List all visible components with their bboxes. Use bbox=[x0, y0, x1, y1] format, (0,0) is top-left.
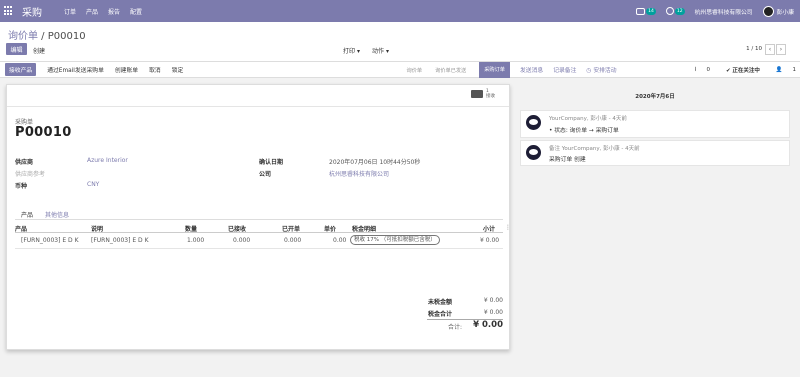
vendor-label: 供应商 bbox=[15, 159, 34, 166]
line-tax-tag[interactable]: 税收 17% （可抵扣税额已含税） bbox=[350, 235, 440, 245]
tab-divider bbox=[15, 219, 503, 220]
chatter-topbar: 发送消息 记录备注 ◷ 安排活动 ⌇ 0 ✔ 正在关注中 👤 1 bbox=[510, 62, 800, 78]
truck-icon bbox=[471, 90, 483, 98]
schedule-activity-label: 安排活动 bbox=[593, 68, 617, 74]
caret-down-icon: ▾ bbox=[385, 48, 389, 55]
chatter-message: YourCompany, 彭小康 - 4天前 • 状态: 询价单 → 采购订单 bbox=[520, 110, 790, 138]
stage-rfq-sent: 询价单已发送 bbox=[435, 67, 467, 74]
company-label: 公司 bbox=[259, 171, 272, 178]
message-body: 采购订单 创建 bbox=[549, 157, 586, 163]
activity-button[interactable]: 12 bbox=[665, 7, 685, 15]
menu-configuration[interactable]: 配置 bbox=[130, 7, 142, 16]
vendor-reference-label: 供应商参考 bbox=[15, 171, 46, 178]
menu-orders[interactable]: 订单 bbox=[64, 7, 76, 16]
grand-total-value: ¥ 0.00 bbox=[473, 320, 503, 330]
messaging-button[interactable]: 14 bbox=[636, 7, 656, 15]
receipt-label: 接收 bbox=[486, 94, 495, 99]
untaxed-amount-label: 未税金额 bbox=[427, 299, 452, 306]
form-statusbar: 接收产品 通过Email发送采购单 创建账单 取消 锁定 询价单 询价单已发送 … bbox=[0, 62, 510, 78]
order-name: P00010 bbox=[15, 125, 72, 140]
clock-icon: ◷ bbox=[586, 68, 592, 74]
tax-total-value: ¥ 0.00 bbox=[483, 309, 503, 316]
paperclip-icon: ⌇ bbox=[694, 67, 697, 73]
company-field[interactable]: 杭州思睿科技有限公司 bbox=[329, 169, 389, 178]
receive-products-button[interactable]: 接收产品 bbox=[5, 63, 37, 76]
order-date-field: 2020年07月06日 10时44分50秒 bbox=[329, 159, 421, 166]
breadcrumb-current: P00010 bbox=[47, 31, 86, 42]
create-bill-button[interactable]: 创建账单 bbox=[115, 65, 138, 74]
action-dropdown[interactable]: 动作 ▾ bbox=[372, 46, 389, 55]
author-avatar[interactable] bbox=[526, 145, 541, 160]
pager-previous-button[interactable]: ‹ bbox=[765, 44, 775, 55]
caret-down-icon: ▾ bbox=[356, 48, 360, 55]
row-divider bbox=[15, 248, 503, 249]
company-switcher[interactable]: 杭州思睿科技有限公司 bbox=[695, 7, 753, 16]
stage-rfq: 询价单 bbox=[406, 67, 423, 74]
breadcrumb-separator: / bbox=[38, 31, 48, 42]
header-divider bbox=[15, 232, 503, 233]
clock-icon bbox=[665, 7, 674, 15]
untaxed-amount-value: ¥ 0.00 bbox=[483, 297, 503, 304]
schedule-activity-button[interactable]: ◷ 安排活动 bbox=[586, 65, 616, 74]
chatter-date-separator: 2020年7月6日 bbox=[635, 94, 675, 100]
send-po-email-button[interactable]: 通过Email发送采购单 bbox=[47, 65, 104, 74]
line-billed: 0.000 bbox=[284, 237, 302, 244]
chat-badge: 14 bbox=[646, 7, 656, 15]
breadcrumb-parent[interactable]: 询价单 bbox=[8, 31, 38, 42]
divider bbox=[7, 106, 509, 107]
message-author[interactable]: 备注 YourCompany, 彭小康 - 4天前 bbox=[549, 144, 640, 152]
attachments-count: 0 bbox=[706, 67, 711, 73]
control-panel: 询价单 / P00010 编辑 创建 打印 ▾ 动作 ▾ 1 / 10 ‹ › bbox=[0, 22, 800, 62]
order-date-label: 确认日期 bbox=[259, 159, 284, 166]
user-icon: 👤 bbox=[775, 67, 783, 73]
action-label: 动作 bbox=[372, 48, 385, 55]
top-navbar: 采购 订单 产品 报告 配置 14 12 杭州思睿科技有限公司 彭小康 bbox=[0, 0, 800, 22]
edit-button[interactable]: 编辑 bbox=[6, 43, 27, 55]
tab-other-info[interactable]: 其他信息 bbox=[45, 210, 69, 219]
tab-products[interactable]: 产品 bbox=[21, 210, 33, 219]
currency-field[interactable]: CNY bbox=[87, 181, 99, 188]
line-description[interactable]: [FURN_0003] E D K bbox=[91, 237, 149, 244]
vendor-field[interactable]: Azure Interior bbox=[87, 157, 128, 164]
print-label: 打印 bbox=[343, 48, 356, 55]
follow-button[interactable]: ✔ 正在关注中 bbox=[718, 66, 760, 74]
followers-button[interactable]: 👤 1 bbox=[768, 67, 796, 73]
breadcrumb: 询价单 / P00010 bbox=[8, 27, 86, 42]
currency-label: 币种 bbox=[15, 183, 28, 190]
form-sheet: 1 接收 采购单 P00010 供应商 Azure Interior 供应商参考… bbox=[6, 84, 511, 350]
pager-next-button[interactable]: › bbox=[776, 44, 786, 55]
author-avatar[interactable] bbox=[526, 115, 541, 130]
stage-purchase-order: 采购订单 bbox=[479, 62, 510, 78]
followers-count: 1 bbox=[792, 67, 797, 73]
menu-reporting[interactable]: 报告 bbox=[108, 7, 120, 16]
pager-value[interactable]: 1 / 10 bbox=[746, 46, 762, 52]
user-avatar[interactable] bbox=[762, 5, 774, 17]
chat-icon bbox=[636, 7, 646, 15]
line-unit-price[interactable]: 0.00 bbox=[333, 237, 346, 244]
line-received: 0.000 bbox=[233, 237, 251, 244]
message-author[interactable]: YourCompany, 彭小康 - 4天前 bbox=[549, 114, 627, 122]
app-name: 采购 bbox=[22, 7, 42, 19]
column-options-icon[interactable]: ⋮ bbox=[505, 224, 511, 231]
apps-menu-icon[interactable] bbox=[4, 6, 14, 16]
chatter-message: 备注 YourCompany, 彭小康 - 4天前 采购订单 创建 bbox=[520, 140, 790, 166]
lock-button[interactable]: 锁定 bbox=[172, 65, 184, 74]
tax-total-label: 税金合计 bbox=[427, 311, 452, 318]
line-product[interactable]: [FURN_0003] E D K bbox=[21, 237, 79, 244]
message-body: • 状态: 询价单 → 采购订单 bbox=[549, 128, 619, 134]
print-dropdown[interactable]: 打印 ▾ bbox=[343, 46, 360, 55]
line-quantity[interactable]: 1.000 bbox=[187, 237, 204, 244]
menu-products[interactable]: 产品 bbox=[86, 7, 98, 16]
log-note-button[interactable]: 记录备注 bbox=[553, 65, 576, 74]
attachments-button[interactable]: ⌇ 0 bbox=[686, 67, 710, 73]
follow-label: 正在关注中 bbox=[732, 68, 760, 74]
send-message-button[interactable]: 发送消息 bbox=[520, 65, 543, 74]
cancel-button[interactable]: 取消 bbox=[149, 65, 161, 74]
create-button[interactable]: 创建 bbox=[33, 46, 45, 55]
receipt-smart-button[interactable]: 1 接收 bbox=[471, 89, 495, 99]
line-subtotal: ¥ 0.00 bbox=[480, 237, 500, 244]
activity-badge: 12 bbox=[674, 7, 685, 15]
check-icon: ✔ bbox=[726, 68, 731, 74]
user-menu[interactable]: 彭小康 bbox=[777, 7, 794, 16]
